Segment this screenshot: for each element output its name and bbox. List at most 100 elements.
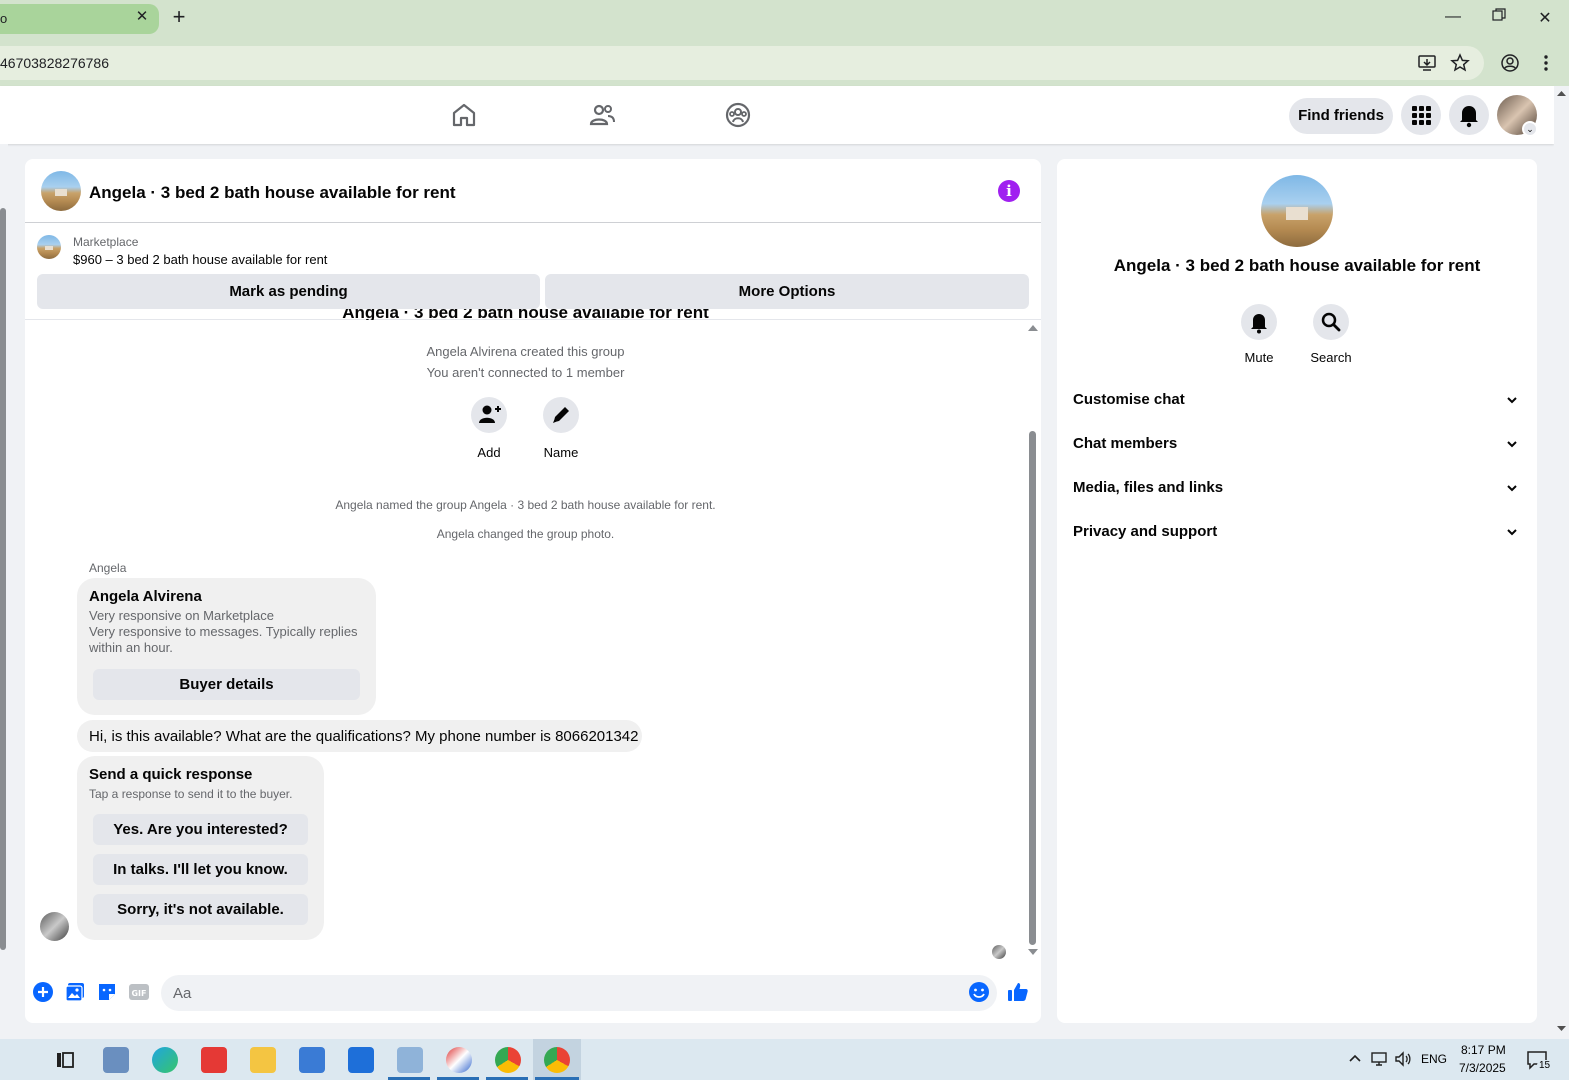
computer-app-icon[interactable] [103,1047,129,1073]
info-icon[interactable]: i [998,180,1020,202]
language-indicator[interactable]: ENG [1421,1052,1447,1066]
new-tab-icon[interactable]: + [168,6,190,29]
chevron-down-icon [1505,437,1519,451]
start-button[interactable] [0,1039,41,1080]
section-title: Customise chat [1073,391,1185,408]
mail-icon[interactable] [348,1047,374,1073]
minimize-icon[interactable]: — [1438,8,1468,30]
file-explorer-icon[interactable] [250,1047,276,1073]
group-photo-large[interactable] [1261,175,1333,247]
address-bar[interactable]: 46703828276786 [0,46,1484,80]
listing-thumbnail[interactable] [37,235,61,259]
chevron-down-icon [1505,393,1519,407]
quick-response-in-talks[interactable]: In talks. I'll let you know. [93,854,308,885]
chat-scrollbar-thumb[interactable] [1029,431,1036,945]
svg-text:GIF: GIF [131,989,146,998]
card-line-2: Very responsive to messages. Typically r… [89,624,358,655]
buyer-details-button[interactable]: Buyer details [93,669,360,700]
chrome-active-icon[interactable] [544,1047,570,1073]
marketplace-label: Marketplace [73,235,139,249]
browser-menu-icon[interactable] [1536,53,1556,73]
close-window-icon[interactable]: ✕ [1530,8,1560,30]
profile-icon[interactable] [1500,53,1520,73]
quick-response-subtitle: Tap a response to send it to the buyer. [89,787,293,801]
clock-time[interactable]: 8:17 PM [1461,1043,1506,1057]
add-person-icon [479,405,501,423]
privacy-support-section[interactable]: Privacy and support [1073,512,1521,552]
anydesk-icon[interactable] [201,1047,227,1073]
thumbs-up-icon[interactable] [1007,981,1029,1003]
network-icon[interactable] [1369,1049,1389,1069]
friends-icon[interactable] [588,101,616,129]
microsoft-store-icon[interactable] [299,1047,325,1073]
sticker-icon[interactable] [96,981,118,1003]
chat-header: Angela · 3 bed 2 bath house available fo… [25,159,1041,223]
chevron-down-icon [1505,525,1519,539]
home-icon[interactable] [450,101,478,129]
quick-response-card: Send a quick response Tap a response to … [77,756,324,940]
chat-panel: Angela · 3 bed 2 bath house available fo… [25,159,1041,1023]
groups-icon[interactable] [724,101,752,129]
scroll-up-icon[interactable] [1028,325,1038,331]
search-icon [1321,312,1341,332]
clock-date[interactable]: 7/3/2025 [1459,1061,1506,1075]
browser-tab-bar: o ✕ + — ✕ [0,0,1569,40]
volume-icon[interactable] [1393,1049,1413,1069]
chevron-down-icon [1505,481,1519,495]
menu-grid-button[interactable] [1401,95,1441,135]
browser-tab[interactable]: o ✕ [0,4,159,34]
chat-info-panel: Angela · 3 bed 2 bath house available fo… [1057,159,1537,1023]
message-text: Hi, is this available? What are the qual… [89,728,639,745]
scrollbar-thumb[interactable] [0,208,6,950]
customise-chat-section[interactable]: Customise chat [1073,380,1521,420]
message-placeholder: Aa [173,985,192,1002]
scroll-down-icon[interactable] [1028,949,1038,955]
plus-circle-icon[interactable] [32,981,54,1003]
tray-expand-icon[interactable] [1345,1049,1365,1069]
edge-browser-icon[interactable] [152,1047,178,1073]
emoji-icon[interactable] [968,981,990,1003]
restore-icon[interactable] [1484,8,1514,30]
media-files-links-section[interactable]: Media, files and links [1073,468,1521,508]
sender-avatar[interactable] [40,912,69,941]
search-label: Search [1310,350,1352,365]
paint-app-icon[interactable] [446,1047,472,1073]
quick-response-title: Send a quick response [89,766,253,783]
chat-title[interactable]: Angela · 3 bed 2 bath house available fo… [89,183,456,203]
intro-title: Angela · 3 bed 2 bath house available fo… [342,309,709,320]
message-input[interactable]: Aa [161,975,997,1011]
chrome-profile-m-icon[interactable] [495,1047,521,1073]
bell-icon [1460,106,1478,128]
notifications-button[interactable] [1449,95,1489,135]
chat-members-section[interactable]: Chat members [1073,424,1521,464]
message-bubble[interactable]: Hi, is this available? What are the qual… [77,720,642,752]
mute-action[interactable]: Mute [1229,304,1289,365]
search-action[interactable]: Search [1301,304,1361,365]
task-view-icon[interactable] [52,1047,78,1073]
bookmark-star-icon[interactable] [1450,53,1470,73]
page-scrollbar-left[interactable] [0,144,8,1039]
quick-response-yes[interactable]: Yes. Are you interested? [93,814,308,845]
more-options-button[interactable]: More Options [545,274,1029,309]
url-text: 46703828276786 [0,55,110,71]
tab-close-icon[interactable]: ✕ [135,9,149,24]
mark-as-pending-button[interactable]: Mark as pending [37,274,540,309]
chat-scrollbar[interactable] [1026,321,1040,961]
photo-icon[interactable] [64,981,86,1003]
section-title: Media, files and links [1073,479,1224,496]
quick-response-not-available[interactable]: Sorry, it's not available. [93,894,308,925]
sender-name: Angela [89,561,127,575]
page-scrollbar-right[interactable] [1554,86,1569,1039]
connection-note: You aren't connected to 1 member [426,365,625,380]
add-member-action[interactable]: Add [459,397,519,460]
buyer-profile-card: Angela Alvirena Very responsive on Marke… [77,578,376,715]
gif-icon[interactable]: GIF [128,981,150,1003]
name-group-action[interactable]: Name [531,397,591,460]
document-app-icon[interactable] [397,1047,423,1073]
find-friends-button[interactable]: Find friends [1289,98,1393,134]
marketplace-listing-strip: Marketplace $960 – 3 bed 2 bath house av… [25,224,1041,320]
chevron-down-icon[interactable]: ⌄ [1522,121,1538,137]
install-app-icon[interactable] [1417,53,1437,73]
listing-title[interactable]: $960 – 3 bed 2 bath house available for … [73,252,327,267]
group-photo[interactable] [41,171,81,211]
